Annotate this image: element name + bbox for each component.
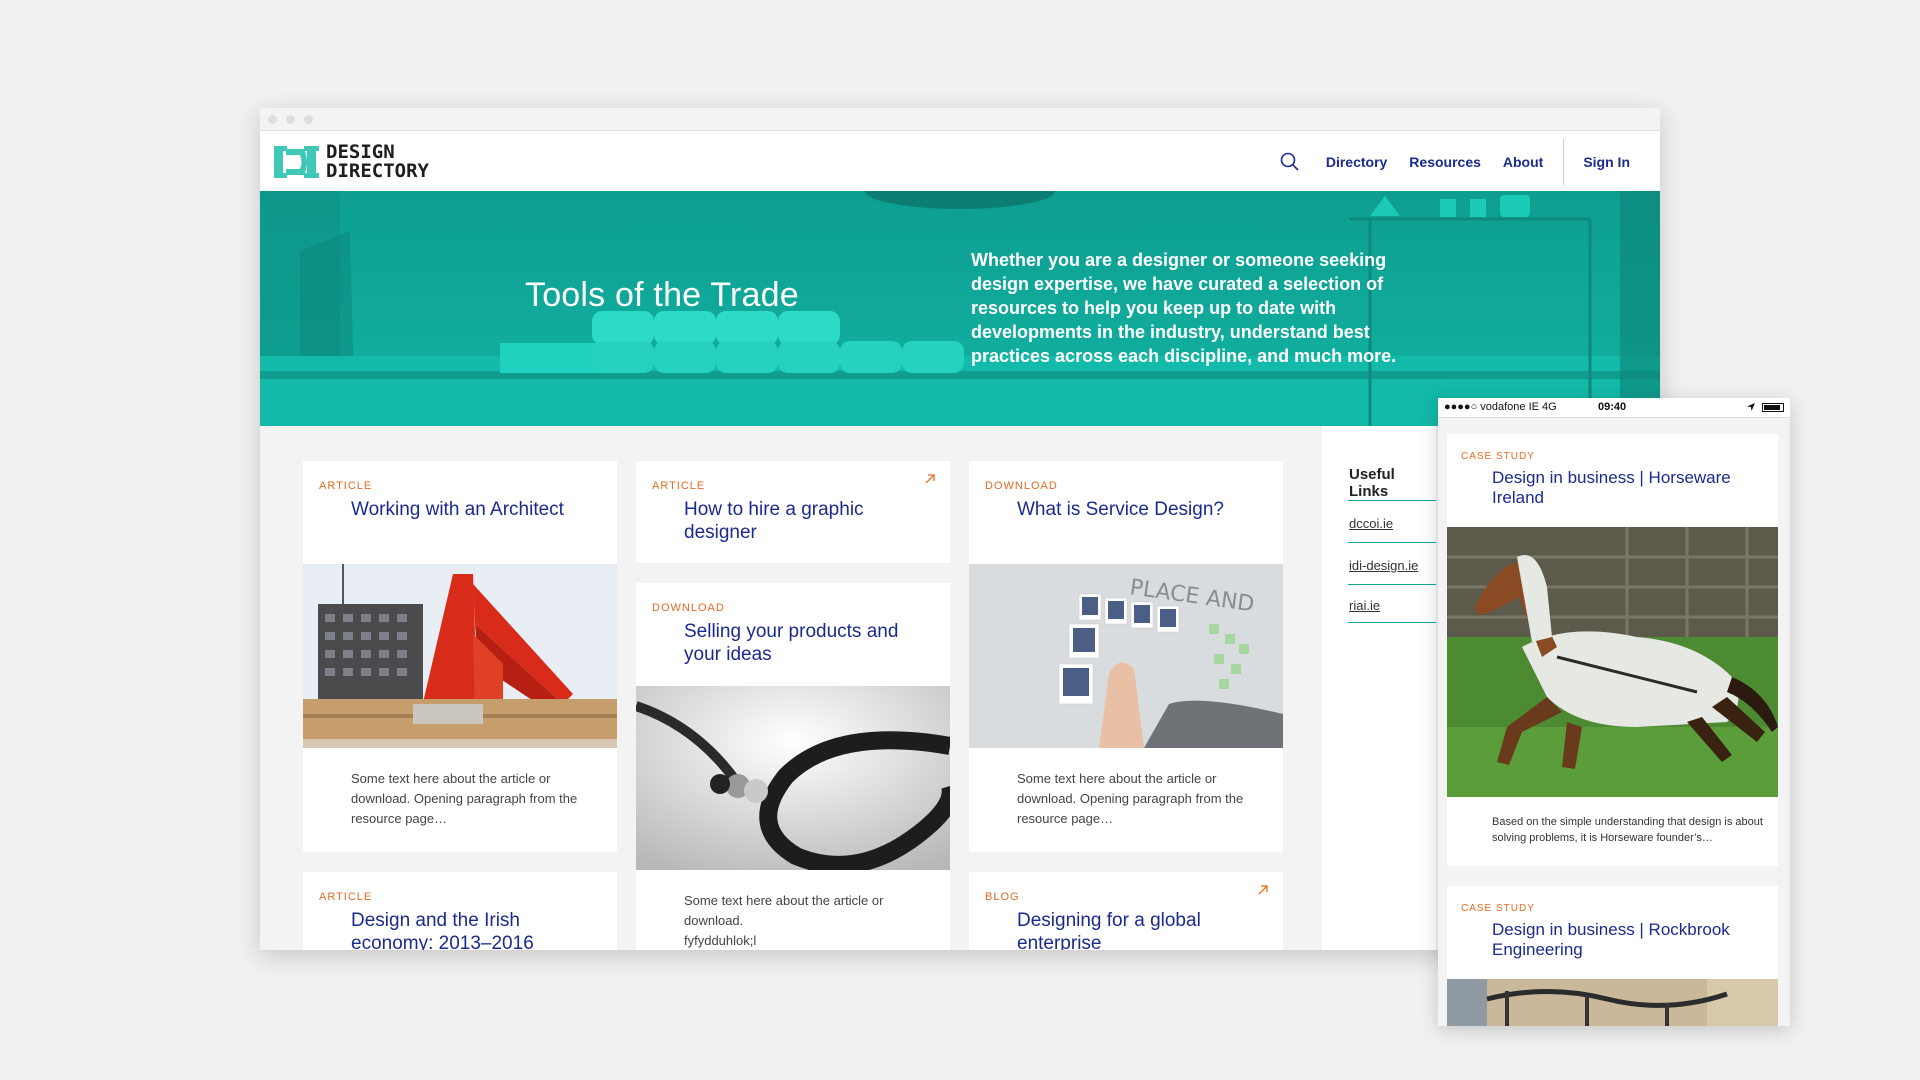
card-title[interactable]: Working with an Architect	[351, 498, 601, 521]
card-title[interactable]: Design and the Irish economy: 2013–2016	[351, 909, 581, 950]
rockbrook-photo	[1447, 979, 1778, 1026]
card-category: ARTICLE	[652, 480, 706, 492]
logo-wordmark: DESIGN DIRECTORY	[326, 143, 429, 181]
useful-link-dccoi[interactable]: dccoi.ie	[1349, 516, 1393, 531]
useful-links-sidebar: Useful Links dccoi.ie idi-design.ie riai…	[1322, 426, 1436, 950]
card-excerpt: Some text here about the article or down…	[1017, 771, 1244, 826]
card-category: ARTICLE	[319, 891, 373, 903]
card-excerpt: Some text here about the article or down…	[684, 893, 884, 928]
window-dot-maximize[interactable]	[304, 115, 313, 124]
horse-running-photo	[1447, 527, 1778, 797]
card-category: CASE STUDY	[1461, 451, 1535, 462]
mobile-mockup: ●●●●○ vodafone IE 4G 09:40 CASE STUDY De…	[1438, 398, 1790, 1026]
useful-links-divider	[1348, 584, 1436, 585]
useful-links-divider	[1348, 500, 1436, 501]
useful-link-idi-design[interactable]: idi-design.ie	[1349, 558, 1418, 573]
card-title[interactable]: Design in business | Horseware Ireland	[1492, 468, 1762, 508]
card-excerpt: Based on the simple understanding that d…	[1492, 816, 1763, 844]
site-header: DESIGN DIRECTORY Directory Resources Abo…	[260, 131, 1660, 192]
hero-background-photo	[260, 191, 1660, 426]
card-title[interactable]: How to hire a graphic designer	[684, 498, 914, 544]
logo-mark-icon	[274, 146, 319, 178]
logo-line-2: DIRECTORY	[326, 160, 429, 182]
card-title[interactable]: What is Service Design?	[1017, 498, 1267, 521]
nav-directory[interactable]: Directory	[1326, 154, 1387, 170]
nav-about[interactable]: About	[1503, 154, 1543, 170]
card-category: BLOG	[985, 891, 1020, 903]
mobile-card-horseware[interactable]: CASE STUDY Design in business | Horsewar…	[1447, 434, 1778, 866]
external-link-icon[interactable]	[1257, 884, 1269, 896]
sign-in-link[interactable]: Sign In	[1583, 154, 1630, 170]
wall-sketches-photo: PLACE AND	[969, 564, 1283, 748]
phone-status-bar: ●●●●○ vodafone IE 4G 09:40	[1438, 398, 1790, 418]
useful-link-riai[interactable]: riai.ie	[1349, 598, 1380, 613]
resource-card-irish-economy[interactable]: ARTICLE Design and the Irish economy: 20…	[303, 872, 617, 950]
hero-banner: Tools of the Trade Whether you are a des…	[260, 191, 1660, 426]
site-logo[interactable]: DESIGN DIRECTORY	[274, 143, 429, 181]
card-excerpt: Some text here about the article or down…	[351, 771, 578, 826]
card-title[interactable]: Design in business | Rockbrook Engineeri…	[1492, 920, 1762, 960]
resource-card-working-architect[interactable]: ARTICLE Working with an Architect Some t…	[303, 461, 617, 852]
card-category: DOWNLOAD	[985, 480, 1058, 492]
card-title[interactable]: Selling your products and your ideas	[684, 620, 924, 666]
search-icon[interactable]	[1279, 151, 1301, 173]
carrier-signal: ●●●●○ vodafone IE 4G	[1444, 401, 1557, 413]
window-dot-minimize[interactable]	[286, 115, 295, 124]
card-category: DOWNLOAD	[652, 602, 725, 614]
mobile-card-rockbrook[interactable]: CASE STUDY Design in business | Rockbroo…	[1447, 886, 1778, 1026]
card-category: CASE STUDY	[1461, 903, 1535, 914]
useful-links-divider	[1348, 622, 1436, 623]
external-link-icon[interactable]	[924, 473, 936, 485]
resource-card-hire-graphic-designer[interactable]: ARTICLE How to hire a graphic designer	[636, 461, 950, 563]
card-title[interactable]: Designing for a global enterprise	[1017, 909, 1247, 950]
window-dot-close[interactable]	[268, 115, 277, 124]
browser-chrome	[260, 108, 1660, 131]
nav-divider	[1563, 138, 1565, 185]
resource-card-global-enterprise[interactable]: BLOG Designing for a global enterprise	[969, 872, 1283, 950]
status-time: 09:40	[1598, 401, 1627, 413]
battery-icon	[1762, 403, 1784, 412]
black-cord-necklace-photo	[636, 686, 950, 870]
location-arrow-icon	[1747, 403, 1755, 411]
card-category: ARTICLE	[319, 480, 373, 492]
useful-links-heading: Useful Links	[1349, 466, 1395, 500]
hero-description: Whether you are a designer or someone se…	[971, 250, 1397, 366]
useful-links-divider	[1348, 542, 1436, 543]
main-nav: Directory Resources About Sign In	[1279, 131, 1660, 192]
resource-card-selling-products[interactable]: DOWNLOAD Selling your products and your …	[636, 583, 950, 950]
red-staircase-building-photo	[303, 564, 617, 748]
resource-card-service-design[interactable]: DOWNLOAD What is Service Design? PLACE A…	[969, 461, 1283, 852]
nav-resources[interactable]: Resources	[1409, 154, 1481, 170]
hero-title: Tools of the Trade	[525, 276, 799, 314]
card-excerpt-extra: fyfydduhlok;l	[684, 933, 757, 948]
